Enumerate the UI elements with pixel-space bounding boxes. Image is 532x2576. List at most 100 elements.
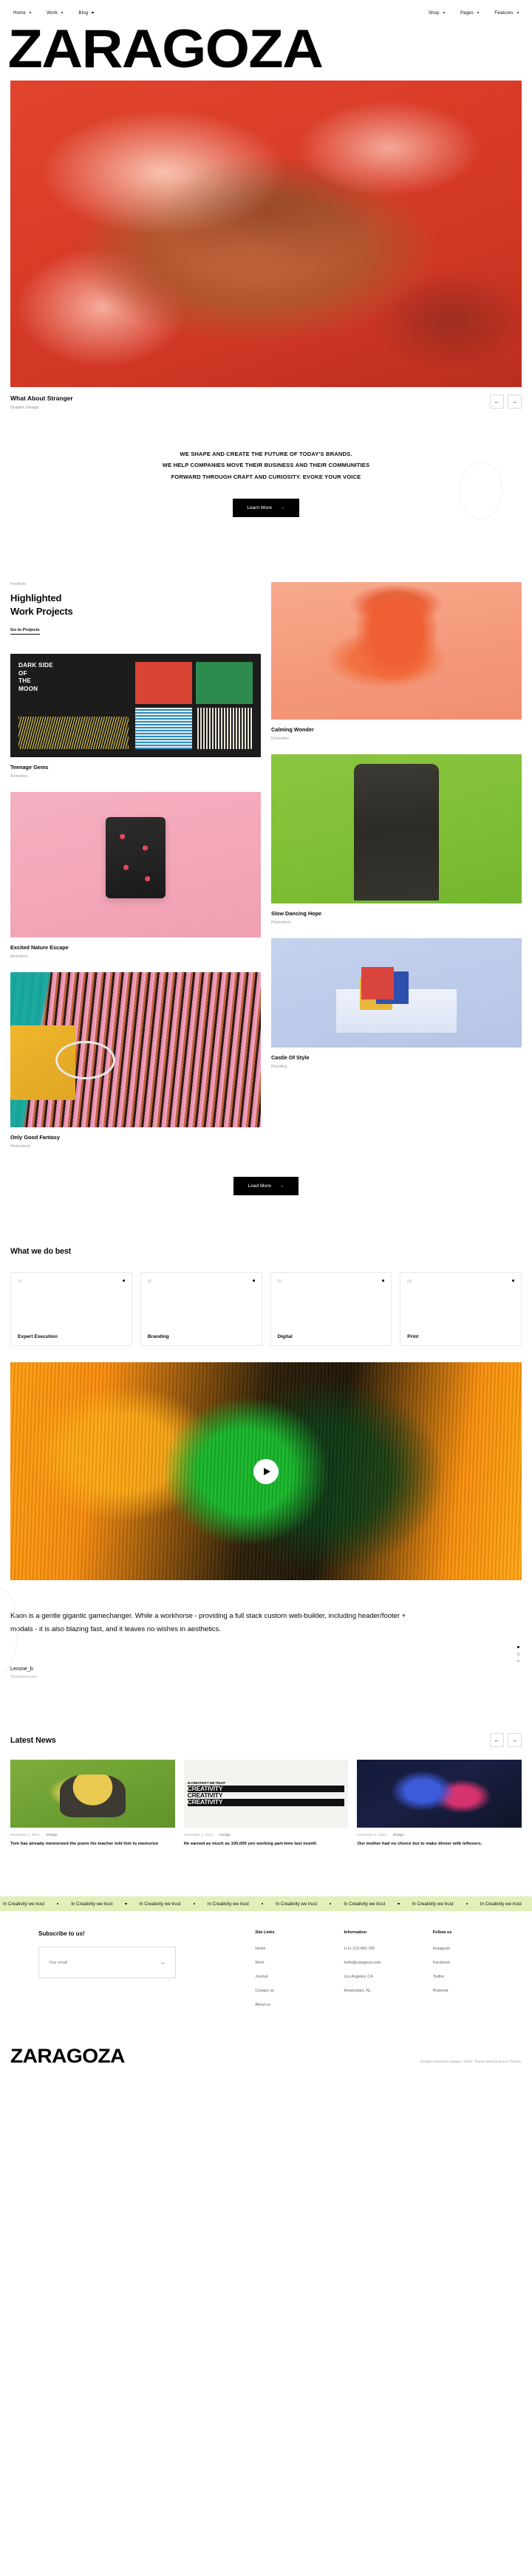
dot-icon <box>122 1280 125 1282</box>
pagination-dot[interactable] <box>516 1659 519 1663</box>
brand-wordmark: ZARAGOZA <box>7 19 324 79</box>
nav-label: Features <box>494 10 514 16</box>
go-to-projects-link[interactable]: Go to Projects <box>10 628 40 635</box>
arrow-left-icon[interactable]: ← <box>490 394 504 409</box>
marquee-item: In Creativity we trust <box>480 1901 522 1907</box>
service-number: 02 <box>147 1280 152 1285</box>
news-card[interactable]: November 2, 2021 Design Tom has already … <box>10 1760 175 1848</box>
pagination-dot-active[interactable] <box>516 1646 519 1649</box>
service-card-branding[interactable]: 02 Branding <box>140 1272 262 1347</box>
learn-more-button[interactable]: Learn More → <box>233 499 299 518</box>
hero-section <box>0 73 532 387</box>
portfolio-item-title: Only Good Fantasy <box>10 1134 60 1141</box>
marquee-item: In Creativity we trust <box>344 1901 386 1907</box>
portfolio-item-category: Photoshoot <box>10 1144 30 1149</box>
footer-link[interactable]: hello@zaragoza.com <box>344 1961 432 1965</box>
portfolio-item-only-good-fantasy[interactable]: Only Good Fantasy Photoshoot <box>10 972 261 1149</box>
portfolio-item-title: Slow Dancing Hope <box>271 910 322 918</box>
service-card-expert-execution[interactable]: 01 Expert Execution <box>10 1272 132 1347</box>
portfolio-item-castle-of-style[interactable]: Castle Of Style Branding <box>271 938 522 1069</box>
news-category: Design <box>46 1834 58 1838</box>
news-section: Latest News ← → November 2, 2021 Design … <box>0 1678 532 1848</box>
portfolio-column-left: Portfolio Highlighted Work Projects Go t… <box>10 582 261 1162</box>
nav-item-work[interactable]: Work <box>47 10 64 16</box>
artwork-line-4: CREATIVITY <box>187 1799 345 1806</box>
news-card[interactable]: IN CREATIVITY WE TRUST CREATIVITY CREATI… <box>183 1760 349 1848</box>
news-category: Design <box>219 1834 231 1838</box>
dot-icon <box>57 1903 59 1905</box>
nav-item-home[interactable]: Home <box>13 10 32 16</box>
load-more-button[interactable]: Load More → <box>233 1177 299 1196</box>
statement-line-3: FORWARD THROUGH CRAFT AND CURIOSITY. EVO… <box>171 473 361 480</box>
footer-links: Site Links Home Work Journal Contact us … <box>250 1930 522 2017</box>
portfolio-item-title: Castle Of Style <box>271 1054 310 1062</box>
copyright-text: All rights reserved to Zaragoz, 2023®. T… <box>420 2060 522 2064</box>
portfolio-item-slow-dancing-hope[interactable]: Slow Dancing Hope Photoshoot <box>271 754 522 925</box>
footer-link[interactable]: Contact us <box>255 1989 344 1993</box>
hero-title: What About Stranger <box>10 394 73 402</box>
portfolio-thumbnail <box>10 972 261 1128</box>
news-date: November 2, 2021 <box>357 1834 386 1838</box>
email-input[interactable] <box>49 1960 137 1965</box>
footer-link[interactable]: Amsterdam, NL <box>344 1989 432 1993</box>
footer-link[interactable]: Work <box>255 1961 344 1965</box>
artwork-line-1: DARK SIDE <box>18 662 53 669</box>
news-slider-controls: ← → <box>490 1733 522 1748</box>
video-banner[interactable] <box>10 1362 522 1581</box>
footer-link[interactable]: Journal <box>255 1975 344 1979</box>
news-meta: November 2, 2021 Design <box>357 1834 522 1837</box>
testimonial-role: Themeforest user <box>10 1675 37 1679</box>
play-icon[interactable] <box>253 1458 279 1484</box>
nav-item-blog[interactable]: Blog <box>78 10 94 16</box>
footer-bottom: ZARAGOZA All rights reserved to Zaragoz,… <box>0 2017 532 2080</box>
service-card-top: 02 <box>148 1280 255 1284</box>
nav-item-shop[interactable]: Shop <box>429 10 445 16</box>
dot-icon <box>29 11 32 14</box>
footer-link[interactable]: Home <box>255 1947 344 1951</box>
statement-line-2: WE HELP COMPANIES MOVE THEIR BUSINESS AN… <box>162 462 370 469</box>
footer-link[interactable]: (+1)-123-456-789 <box>344 1947 432 1951</box>
submit-arrow-icon[interactable]: → <box>160 1959 166 1966</box>
dot-icon <box>125 1903 127 1905</box>
page-title: Highlighted Work Projects <box>10 592 261 618</box>
news-thumbnail <box>10 1760 175 1828</box>
marquee-item: In Creativity we trust <box>412 1901 454 1907</box>
portfolio-item-category: Illustration <box>271 737 290 742</box>
footer-link[interactable]: Instagram <box>433 1947 522 1951</box>
footer-link[interactable]: Pinterest <box>433 1989 522 1993</box>
news-title: Tom has already memorized the poem his t… <box>10 1842 159 1847</box>
footer-link[interactable]: Twitter <box>433 1975 522 1979</box>
arrow-right-icon[interactable]: → <box>508 394 522 409</box>
swatch <box>195 707 253 750</box>
footer-link[interactable]: Facebook <box>433 1961 522 1965</box>
video-section <box>0 1346 532 1581</box>
nav-item-features[interactable]: Features <box>494 10 519 16</box>
news-title: Our mother had no choice but to make din… <box>357 1842 482 1847</box>
portfolio-item-excited-nature-escape[interactable]: Excited Nature Escape Animation <box>10 792 261 959</box>
arrow-left-icon[interactable]: ← <box>490 1733 504 1748</box>
portfolio-item-calming-wonder[interactable]: Calming Wonder Illustration <box>271 582 522 741</box>
artwork-text: DARK SIDE OF THE MOON <box>18 662 129 693</box>
service-card-print[interactable]: 04 Print <box>400 1272 522 1347</box>
arrow-right-icon[interactable]: → <box>508 1733 522 1748</box>
dot-icon <box>330 1903 332 1905</box>
statement-section: WE SHAPE AND CREATE THE FUTURE OF TODAY'… <box>0 410 532 519</box>
marquee-item: In Creativity we trust <box>139 1901 181 1907</box>
footer-link[interactable]: Los Angeles, CA <box>344 1975 432 1979</box>
news-thumbnail <box>357 1760 522 1828</box>
marquee-banner: In Creativity we trust In Creativity we t… <box>0 1896 532 1912</box>
footer-link[interactable]: About us <box>255 2003 344 2007</box>
nav-item-pages[interactable]: Pages <box>460 10 480 16</box>
services-section: What we do best 01 Expert Execution 02 B… <box>0 1195 532 1347</box>
news-card[interactable]: November 2, 2021 Design Our mother had n… <box>357 1760 522 1848</box>
footer-column-information: Information (+1)-123-456-789 hello@zarag… <box>344 1930 432 2017</box>
dot-icon <box>466 1903 468 1905</box>
arrow-right-icon: → <box>280 505 285 511</box>
learn-more-label: Learn More <box>247 505 273 511</box>
pagination-dot[interactable] <box>516 1653 519 1656</box>
service-card-digital[interactable]: 03 Digital <box>270 1272 392 1347</box>
portfolio-item-teenage-gems[interactable]: DARK SIDE OF THE MOON Teenage Gems Anima… <box>10 654 261 779</box>
newsletter-block: Subscribe to us! → <box>10 1930 250 2017</box>
portfolio-item-category: Photoshoot <box>271 920 291 926</box>
artwork-text-block: DARK SIDE OF THE MOON <box>18 662 129 750</box>
